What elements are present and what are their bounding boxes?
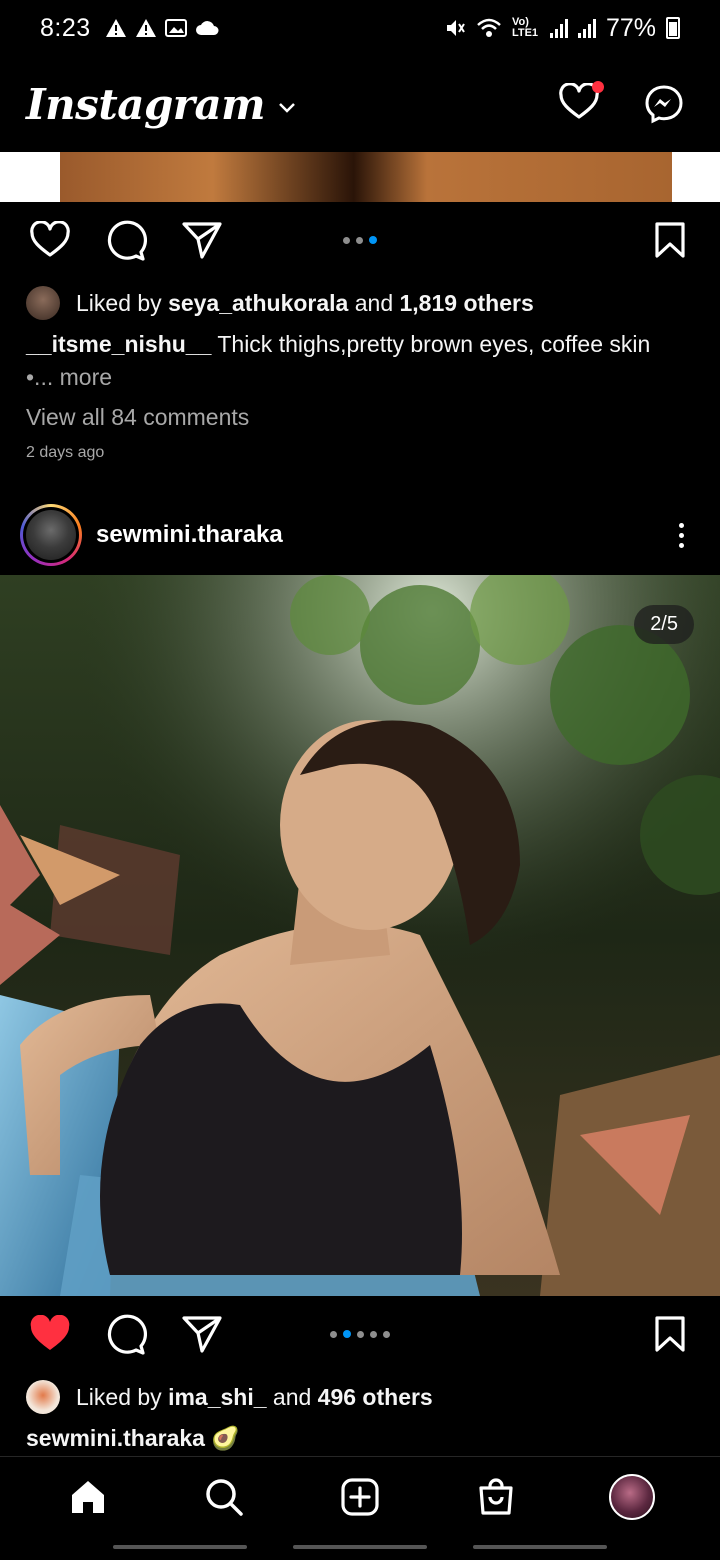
search-icon [206, 1479, 243, 1516]
status-bar: 8:23 Vo) LTE1 77% [0, 0, 720, 56]
comment-button[interactable] [104, 1312, 148, 1356]
heart-icon [30, 221, 70, 257]
caption-emoji: 🥑 [211, 1425, 240, 1451]
home-icon [72, 1481, 104, 1513]
chevron-down-icon[interactable] [277, 101, 297, 115]
activity-button[interactable] [558, 80, 604, 126]
carousel-indicator [330, 1330, 390, 1338]
more-options-button[interactable] [679, 522, 684, 548]
comment-button[interactable] [104, 218, 148, 262]
messenger-icon[interactable] [644, 84, 684, 124]
bookmark-icon [655, 1316, 685, 1352]
previous-post-image[interactable] [0, 152, 720, 202]
mute-icon [446, 20, 465, 36]
status-time: 8:23 [40, 13, 91, 42]
save-button[interactable] [648, 218, 692, 262]
status-right-icons: Vo) LTE1 77% [444, 14, 680, 43]
nav-search[interactable] [200, 1473, 248, 1521]
cloud-icon [195, 21, 219, 35]
profile-avatar [609, 1474, 655, 1520]
view-comments-link[interactable]: View all 84 comments [26, 404, 249, 431]
header-actions [558, 80, 694, 126]
notification-dot [592, 80, 604, 93]
carousel-dot [343, 236, 350, 244]
liked-by-prefix: Liked by [76, 289, 169, 316]
like-button[interactable] [28, 1312, 72, 1356]
gallery-icon [164, 19, 187, 37]
liked-by-mid: and [266, 1383, 318, 1410]
nav-shop[interactable] [472, 1473, 520, 1521]
carousel-dot-active [369, 236, 377, 244]
bookmark-icon [655, 222, 685, 258]
post-actions [0, 1296, 720, 1372]
liked-by-others[interactable]: 1,819 others [400, 290, 534, 317]
carousel-dot [370, 1330, 377, 1338]
new-post-icon [341, 1478, 379, 1516]
nav-new-post[interactable] [336, 1473, 384, 1521]
warning-icon [105, 19, 126, 37]
network-label: Vo) LTE1 [511, 16, 539, 39]
carousel-dot [383, 1330, 390, 1338]
liked-by-prefix: Liked by [76, 1383, 169, 1410]
save-button[interactable] [648, 1312, 692, 1356]
carousel-dot-active [343, 1330, 351, 1338]
share-button[interactable] [180, 218, 224, 262]
previous-post-actions [0, 202, 720, 278]
signal-icon [549, 18, 568, 38]
previous-post-likes[interactable]: Liked by seya_athukorala and 1,819 other… [26, 286, 534, 320]
nav-home[interactable] [64, 1473, 112, 1521]
liker-avatar [26, 286, 60, 320]
bottom-nav [0, 1456, 720, 1560]
wifi-icon [477, 18, 501, 37]
liked-by-others[interactable]: 496 others [318, 1384, 433, 1411]
send-icon [182, 1316, 222, 1353]
gesture-bar [0, 1545, 720, 1549]
shop-icon [479, 1478, 513, 1515]
status-notification-icons [105, 18, 219, 38]
nav-profile[interactable] [608, 1473, 656, 1521]
post-photo [0, 575, 720, 1296]
liked-by-user[interactable]: ima_shi_ [168, 1384, 266, 1411]
battery-icon [666, 17, 680, 39]
caption-username[interactable]: sewmini.tharaka [26, 1425, 205, 1451]
send-icon [182, 222, 222, 259]
post-username[interactable]: sewmini.tharaka [96, 521, 283, 549]
battery-percent: 77% [605, 13, 656, 42]
post-image[interactable]: 2/5 [0, 575, 720, 1296]
app-header: Instagram [0, 56, 720, 152]
comment-icon [107, 1314, 147, 1355]
caption-username[interactable]: __itsme_nishu__ [26, 331, 211, 357]
liker-avatar [26, 1380, 60, 1414]
post-caption: sewmini.tharaka 🥑 [26, 1422, 696, 1455]
carousel-dot [330, 1330, 337, 1338]
signal-icon [577, 18, 596, 38]
post-header: sewmini.tharaka [0, 496, 720, 574]
instagram-logo[interactable]: Instagram [26, 80, 266, 129]
carousel-dot [356, 236, 363, 244]
carousel-counter: 2/5 [634, 605, 694, 644]
caption-more-link[interactable]: •... more [26, 364, 112, 390]
carousel-dot [357, 1330, 364, 1338]
caption-text: Thick thighs,pretty brown eyes, coffee s… [211, 331, 651, 357]
comment-icon [107, 220, 147, 261]
like-button[interactable] [28, 218, 72, 262]
previous-post-caption: __itsme_nishu__ Thick thighs,pretty brow… [26, 328, 696, 394]
liked-by-user[interactable]: seya_athukorala [168, 290, 348, 317]
user-avatar[interactable] [20, 504, 82, 566]
carousel-indicator [343, 236, 377, 244]
heart-filled-icon [30, 1315, 70, 1350]
share-button[interactable] [180, 1312, 224, 1356]
liked-by-mid: and [348, 289, 400, 316]
warning-icon [135, 19, 156, 37]
post-timestamp: 2 days ago [26, 444, 105, 461]
post-likes[interactable]: Liked by ima_shi_ and 496 others [26, 1380, 433, 1414]
